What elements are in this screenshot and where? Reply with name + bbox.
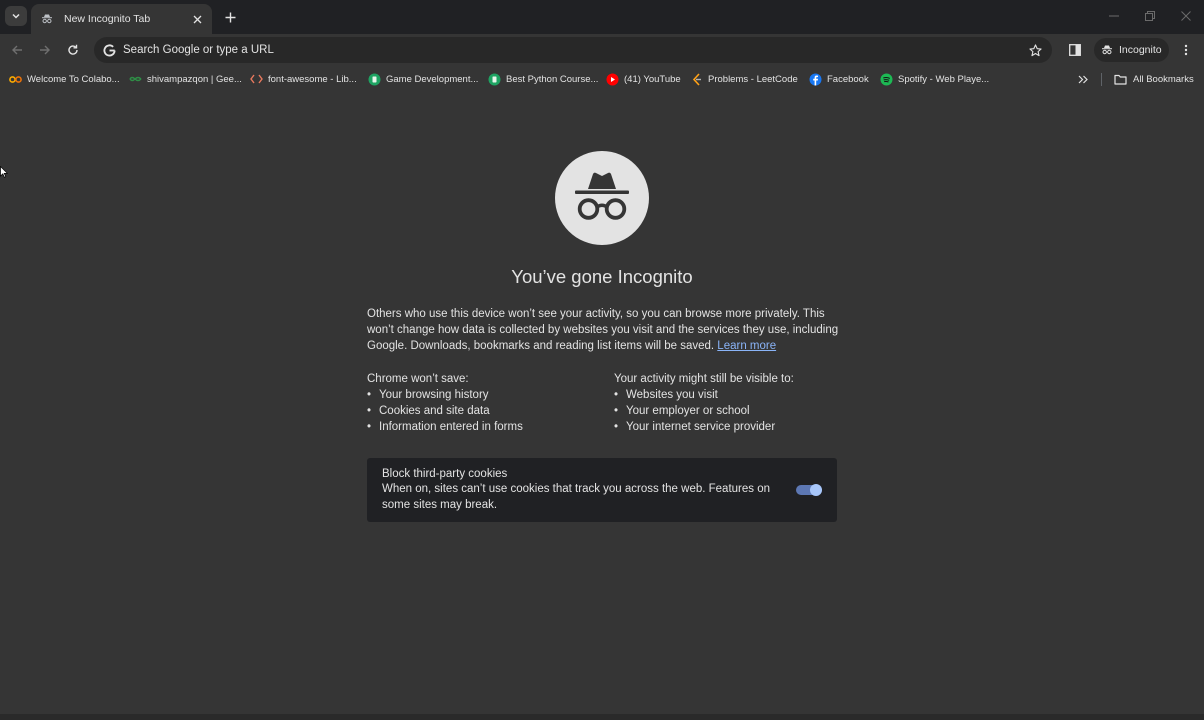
incognito-icon <box>555 151 649 245</box>
green-book-icon <box>488 73 501 86</box>
minimize-icon <box>1109 15 1119 17</box>
wont-save-title: Chrome won’t save: <box>367 373 469 385</box>
incognito-icon <box>39 11 55 27</box>
incognito-icon <box>1102 45 1112 55</box>
arrow-right-icon <box>40 45 50 55</box>
cookie-description: When on, sites can’t use cookies that tr… <box>382 483 771 511</box>
bookmark-colab[interactable]: Welcome To Colabo... <box>9 71 120 87</box>
double-chevron-right-icon <box>1078 75 1088 83</box>
search-input[interactable] <box>123 44 1026 56</box>
restore-button[interactable] <box>1138 6 1162 26</box>
omnibox[interactable] <box>94 37 1052 63</box>
new-tab-button[interactable] <box>220 7 240 27</box>
youtube-icon <box>606 73 619 86</box>
tab-title: New Incognito Tab <box>64 13 151 25</box>
visible-to-section: Your activity might still be visible to:… <box>614 373 844 435</box>
list-item: Cookies and site data <box>367 404 597 420</box>
bookmarks-overflow-button[interactable] <box>1074 71 1092 87</box>
colab-icon <box>9 73 22 86</box>
bookmark-geeksforgeeks[interactable]: shivampazqon | Gee... <box>129 71 242 87</box>
back-button[interactable] <box>6 39 28 61</box>
forward-button[interactable] <box>34 39 56 61</box>
profile-label: Incognito <box>1119 44 1162 56</box>
all-bookmarks-button[interactable]: All Bookmarks <box>1113 71 1194 87</box>
toggle-knob <box>810 484 822 496</box>
reload-button[interactable] <box>62 39 84 61</box>
bookmark-spotify[interactable]: Spotify - Web Playe... <box>880 71 989 87</box>
incognito-page: You’ve gone Incognito Others who use thi… <box>0 92 1204 714</box>
star-icon[interactable] <box>1026 41 1044 59</box>
list-item: Your internet service provider <box>614 420 844 436</box>
bookmark-python-course[interactable]: Best Python Course... <box>488 71 598 87</box>
bookmark-game-development[interactable]: Game Development... <box>368 71 478 87</box>
folder-icon <box>1113 73 1127 86</box>
tab-search-button[interactable] <box>5 6 27 26</box>
green-book-icon <box>368 73 381 86</box>
bookmark-facebook[interactable]: Facebook <box>809 71 869 87</box>
bottom-edge <box>0 714 1204 720</box>
google-icon <box>102 43 116 57</box>
close-icon[interactable] <box>190 12 204 26</box>
tab-strip: New Incognito Tab <box>0 0 1204 34</box>
side-panel-button[interactable] <box>1064 39 1086 61</box>
side-panel-icon <box>1069 44 1081 56</box>
bookmarks-bar: Welcome To Colabo... shivampazqon | Gee.… <box>0 67 1204 91</box>
list-item: Your browsing history <box>367 388 597 404</box>
list-item: Websites you visit <box>614 388 844 404</box>
code-icon <box>250 73 263 86</box>
spotify-icon <box>880 73 893 86</box>
list-item: Information entered in forms <box>367 420 597 436</box>
page-title: You’ve gone Incognito <box>511 266 693 287</box>
minimize-button[interactable] <box>1102 6 1126 26</box>
facebook-icon <box>809 73 822 86</box>
bookmarks-divider <box>1101 73 1102 86</box>
bookmark-youtube[interactable]: (41) YouTube <box>606 71 681 87</box>
window-close-button[interactable] <box>1174 6 1198 26</box>
cookie-title: Block third-party cookies <box>382 468 508 480</box>
tab-incognito[interactable]: New Incognito Tab <box>31 4 212 34</box>
third-party-cookies-card: Block third-party cookies When on, sites… <box>367 458 837 522</box>
list-item: Your employer or school <box>614 404 844 420</box>
reload-icon <box>68 44 78 55</box>
chevron-down-icon <box>12 13 20 19</box>
close-icon <box>1181 11 1191 21</box>
plus-icon <box>225 12 235 22</box>
toolbar: Incognito <box>0 34 1204 66</box>
kebab-menu-icon <box>1184 44 1188 56</box>
wont-save-section: Chrome won’t save: Your browsing history… <box>367 373 597 435</box>
block-cookies-toggle[interactable] <box>796 483 823 497</box>
menu-button[interactable] <box>1176 39 1196 61</box>
incognito-profile-button[interactable]: Incognito <box>1094 38 1169 62</box>
bookmark-leetcode[interactable]: Problems - LeetCode <box>690 71 798 87</box>
intro-paragraph: Others who use this device won’t see you… <box>367 307 839 354</box>
arrow-left-icon <box>12 45 22 55</box>
bookmark-font-awesome[interactable]: font-awesome - Lib... <box>250 71 357 87</box>
all-bookmarks-label: All Bookmarks <box>1133 73 1194 85</box>
mouse-cursor-icon <box>0 166 8 178</box>
restore-icon <box>1145 11 1155 21</box>
visible-to-title: Your activity might still be visible to: <box>614 373 794 385</box>
learn-more-link[interactable]: Learn more <box>717 340 776 352</box>
geeksforgeeks-icon <box>129 73 142 86</box>
leetcode-icon <box>690 72 703 86</box>
